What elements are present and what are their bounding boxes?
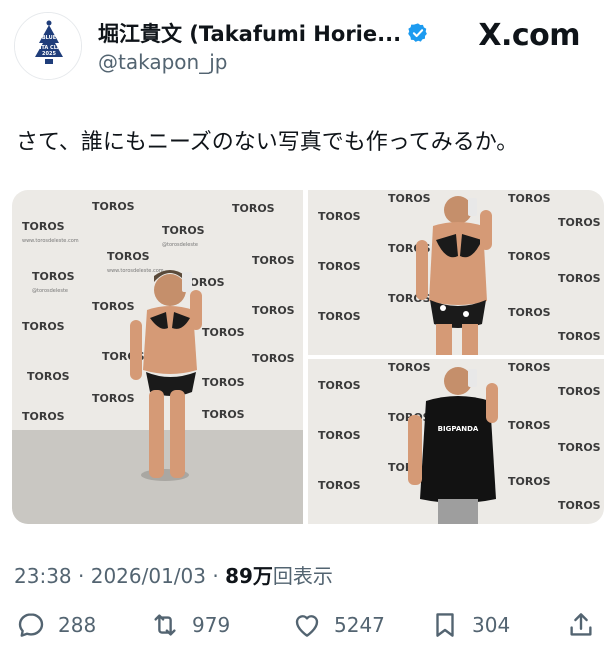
svg-text:TOROS: TOROS — [318, 379, 361, 392]
heart-icon — [295, 615, 319, 637]
reply-button[interactable]: 288 — [16, 610, 96, 640]
svg-text:TOROS: TOROS — [92, 392, 135, 405]
bookmark-count: 304 — [472, 613, 511, 637]
svg-text:TOROS: TOROS — [252, 304, 295, 317]
svg-text:TOROS: TOROS — [508, 192, 551, 205]
svg-text:TOROS: TOROS — [162, 224, 205, 237]
view-count: 89万 — [225, 564, 273, 588]
svg-text:TOROS: TOROS — [558, 330, 601, 343]
svg-text:TOROS: TOROS — [508, 250, 551, 263]
svg-text:TOROS: TOROS — [508, 475, 551, 488]
tweet-time[interactable]: 23:38 — [14, 564, 72, 588]
svg-text:TOROS: TOROS — [252, 352, 295, 365]
svg-text:TOROS: TOROS — [388, 361, 431, 374]
retweet-count: 979 — [192, 613, 231, 637]
share-icon — [570, 613, 592, 636]
author-handle[interactable]: @takapon_jp — [98, 50, 227, 74]
like-button[interactable]: 5247 — [292, 610, 385, 640]
svg-text:TOROS: TOROS — [202, 326, 245, 339]
svg-text:TOROS: TOROS — [107, 250, 150, 263]
svg-text:TOROS: TOROS — [558, 385, 601, 398]
share-button[interactable] — [566, 610, 608, 640]
svg-text:TOROS: TOROS — [202, 376, 245, 389]
svg-text:TOROS: TOROS — [22, 320, 65, 333]
photo-3[interactable]: TOROS TOROS TOROS TOROS TOROS TOROS TOROS TORO… — [308, 359, 604, 524]
svg-text:BLUE: BLUE — [42, 35, 57, 41]
tweet-actions: 288 979 5247 304 — [0, 600, 610, 652]
svg-text:TOROS: TOROS — [558, 216, 601, 229]
tweet-date[interactable]: 2026/01/03 — [91, 564, 206, 588]
meta-separator-2: · — [212, 564, 219, 588]
svg-text:TOROS: TOROS — [318, 429, 361, 442]
svg-text:TOROS: TOROS — [202, 408, 245, 421]
svg-text:TOROS: TOROS — [508, 361, 551, 374]
bookmark-button[interactable]: 304 — [430, 610, 510, 640]
svg-text:TOROS: TOROS — [32, 270, 75, 283]
svg-text:TOROS: TOROS — [558, 499, 601, 512]
like-count: 5247 — [334, 613, 385, 637]
svg-text:TOROS: TOROS — [92, 300, 135, 313]
author-name-row[interactable]: 堀江貴文 (Takafumi Horie... — [98, 18, 429, 48]
svg-text:TOROS: TOROS — [558, 272, 601, 285]
retweet-icon — [154, 614, 176, 636]
svg-text:TOROS: TOROS — [252, 254, 295, 267]
tweet-meta: 23:38 · 2026/01/03 · 89万回表示 — [14, 560, 333, 589]
verified-badge-icon — [408, 23, 427, 42]
svg-text:TOROS: TOROS — [22, 410, 65, 423]
photo-1[interactable]: TOROS TOROS TOROS TOROS TOROS TOROS TOROS TORO… — [12, 190, 303, 524]
svg-text:TOROS: TOROS — [508, 419, 551, 432]
tweet-text: さて、誰にもニーズのない写真でも作ってみるか。 — [16, 130, 519, 155]
svg-text:TOROS: TOROS — [318, 210, 361, 223]
svg-text:TOROS: TOROS — [508, 306, 551, 319]
reply-icon — [18, 613, 44, 637]
bookmark-icon — [436, 613, 454, 637]
meta-separator: · — [78, 564, 85, 588]
author-display-name[interactable]: 堀江貴文 (Takafumi Horie... — [98, 18, 401, 48]
svg-text:2025: 2025 — [42, 51, 56, 57]
svg-text:TOROS: TOROS — [27, 370, 70, 383]
tweet-header: BLUE SANTA CLAUS 2025 堀江貴文 (Takafumi Hor… — [0, 0, 610, 90]
shirt-print: BIGPANDA — [438, 425, 479, 433]
svg-text:TOROS: TOROS — [318, 260, 361, 273]
svg-text:@torosdeleste: @torosdeleste — [162, 242, 198, 248]
svg-text:www.torosdeleste.com: www.torosdeleste.com — [107, 268, 164, 274]
view-count-label: 回表示 — [272, 564, 333, 588]
retweet-button[interactable]: 979 — [150, 610, 230, 640]
site-label: X.com — [478, 18, 580, 53]
avatar-image: BLUE SANTA CLAUS 2025 — [15, 13, 81, 79]
svg-text:TOROS: TOROS — [318, 479, 361, 492]
photo-2[interactable]: TOROS TOROS TOROS TOROS TOROS TOROS TOROS TORO… — [308, 190, 604, 355]
tweet-media[interactable]: TOROS TOROS TOROS TOROS TOROS TOROS TOROS TORO… — [12, 190, 604, 524]
svg-text:TOROS: TOROS — [232, 202, 275, 215]
svg-text:TOROS: TOROS — [388, 192, 431, 205]
svg-text:TOROS: TOROS — [22, 220, 65, 233]
reply-count: 288 — [58, 613, 97, 637]
svg-text:@torosdeleste: @torosdeleste — [32, 288, 68, 294]
svg-text:TOROS: TOROS — [92, 200, 135, 213]
svg-text:www.torosdeleste.com: www.torosdeleste.com — [22, 238, 79, 244]
avatar[interactable]: BLUE SANTA CLAUS 2025 — [14, 12, 82, 80]
svg-text:TOROS: TOROS — [318, 310, 361, 323]
site-logo: X.com — [478, 18, 580, 53]
svg-text:TOROS: TOROS — [558, 441, 601, 454]
